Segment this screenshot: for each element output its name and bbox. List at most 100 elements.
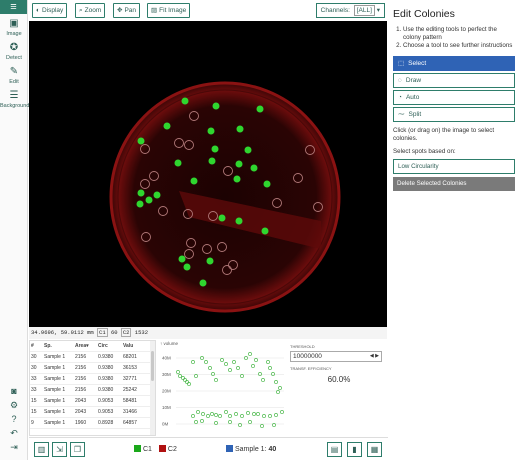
display-icon: ◐ [36,7,40,14]
nav-item-image[interactable]: ▣ Image [0,18,28,38]
col-header-value[interactable]: Valu [123,341,149,351]
settings-icon[interactable]: ⚙ [0,398,28,412]
draw-icon: ◌ [398,77,402,84]
plot-point [208,366,212,370]
cell-value: 58481 [123,398,137,404]
columns-view-button[interactable]: ▥ [34,442,49,457]
channels-value[interactable]: [ALL] [353,5,375,16]
camera-icon[interactable]: ◙ [0,384,28,398]
display-button[interactable]: ◐ Display [32,3,68,18]
fit-image-button[interactable]: ▨ Fit Image [147,3,191,18]
cell-id: 15 [31,409,37,415]
threshold-input[interactable]: 10000000 ◀ ▶ [290,351,382,362]
table-row[interactable]: 9 Sample 1 1960 0.8928 64857 [30,418,155,429]
export-button[interactable]: ⇲ [52,442,67,457]
plot-point [268,366,272,370]
table-header: # Sp. Area▾ Circ Valu [30,341,155,352]
table-row[interactable]: 30 Sample 1 2156 0.9380 68201 [30,352,155,363]
sample-swatch [226,445,233,452]
nav-item-edit[interactable]: ✎ Edit [0,66,28,86]
table-scrollbar[interactable] [150,341,155,435]
cell-circ: 0.9380 [98,376,114,382]
columns-icon: ▥ [37,445,46,454]
plot-point [280,410,284,414]
plate-image[interactable] [29,21,387,327]
cell-sample: Sample 1 [44,409,66,415]
undo-icon[interactable]: ↶ [0,426,28,440]
chevron-down-icon: ▾ [376,7,380,14]
plot-point [278,386,282,390]
pan-label: Pan [124,7,137,14]
channel-c1-tag: C1 [97,328,108,337]
table-row[interactable]: 15 Sample 1 2043 0.9053 58481 [30,396,155,407]
plot-point [232,360,236,364]
instruction-item: Use the editing tools to perfect the col… [403,26,515,42]
low-circularity-button[interactable]: Low Circularity [393,159,515,174]
menu-icon[interactable]: ≡ [0,0,27,14]
plot-point [200,419,204,423]
coordinate-readout: 34.9696, 59.0112 mm C1 60 C2 1532 [29,327,387,339]
background-icon: ☰ [9,90,19,101]
volume-scatter-plot[interactable]: ↑ volume 40M 30M 20M 10M 0M [158,340,286,436]
tool-auto-button[interactable]: ◔ Auto [393,90,515,105]
plot-point [211,372,215,376]
split-icon: ⁓ [398,111,405,118]
plot-tick-label: 30M [162,372,171,377]
tool-select-button[interactable]: ⬚ Select [393,56,515,71]
cell-sample: Sample 1 [44,398,66,404]
plot-point [262,414,266,418]
cursor-icon: ⬚ [398,60,405,67]
plot-point [178,374,182,378]
nav-item-background[interactable]: ☰ Background [0,90,30,110]
plot-point [224,362,228,366]
table-row[interactable]: 33 Sample 1 2156 0.9380 32771 [30,374,155,385]
col-header-area[interactable]: Area▾ [75,341,98,351]
table-row[interactable]: 15 Sample 1 2043 0.9053 31466 [30,407,155,418]
delete-selected-button[interactable]: Delete Selected Colonies [393,177,515,191]
col-header-circ[interactable]: Circ [98,341,123,351]
cell-value: 25242 [123,387,137,393]
col-header-sample[interactable]: Sp. [44,341,75,351]
col-header-id[interactable]: # [30,341,44,351]
table-row[interactable]: 33 Sample 1 2156 0.9380 25242 [30,385,155,396]
colony-table[interactable]: # Sp. Area▾ Circ Valu 30 Sample 1 2156 0.93… [29,340,156,436]
click-instructions: Click (or drag on) the image to select c… [393,127,495,142]
coord-position: 34.9696, 59.0112 mm [31,329,94,336]
plot-point [181,376,185,380]
plot-point [260,424,264,428]
cell-circ: 0.8928 [98,420,114,426]
cell-value: 64857 [123,420,137,426]
cell-id: 15 [31,398,37,404]
pan-icon: ✥ [117,7,123,14]
plate-image-canvas[interactable] [29,21,387,327]
cell-id: 33 [31,387,37,393]
plot-tick-label: 0M [162,422,169,427]
tool-draw-button[interactable]: ◌ Draw [393,73,515,88]
cell-area: 2156 [75,354,87,360]
plate-view-button[interactable]: ▤ [327,442,342,457]
channels-select[interactable]: Channels: [ALL] ▾ [315,3,385,18]
nav-item-detect[interactable]: ✪ Detect [0,42,28,62]
plot-point [256,412,260,416]
plot-point [248,352,252,356]
stepper-arrows-icon[interactable]: ◀ ▶ [370,352,379,361]
nav-item-label: Background [0,103,30,109]
select-spots-label: Select spots based on: [393,148,456,155]
help-icon[interactable]: ? [0,412,28,426]
exit-icon[interactable]: ⇥ [0,440,28,454]
cell-area: 2156 [75,365,87,371]
channel-c1-value: 60 [110,329,118,336]
plot-point [218,414,222,418]
chart-view-button[interactable]: ▮ [347,442,362,457]
tool-split-button[interactable]: ⁓ Split [393,107,515,122]
edit-icon: ✎ [9,66,19,77]
report-button[interactable]: ▦ [367,442,382,457]
copy-button[interactable]: ❐ [70,442,85,457]
transf-efficiency-label: TRANSF. EFFICIENCY [290,366,332,371]
plot-point [251,364,255,368]
pan-button[interactable]: ✥ Pan [113,3,141,18]
table-row[interactable]: 30 Sample 1 2156 0.9380 36153 [30,363,155,374]
plot-point [228,368,232,372]
zoom-button[interactable]: ⌕ Zoom [75,3,106,18]
plot-point [224,410,228,414]
